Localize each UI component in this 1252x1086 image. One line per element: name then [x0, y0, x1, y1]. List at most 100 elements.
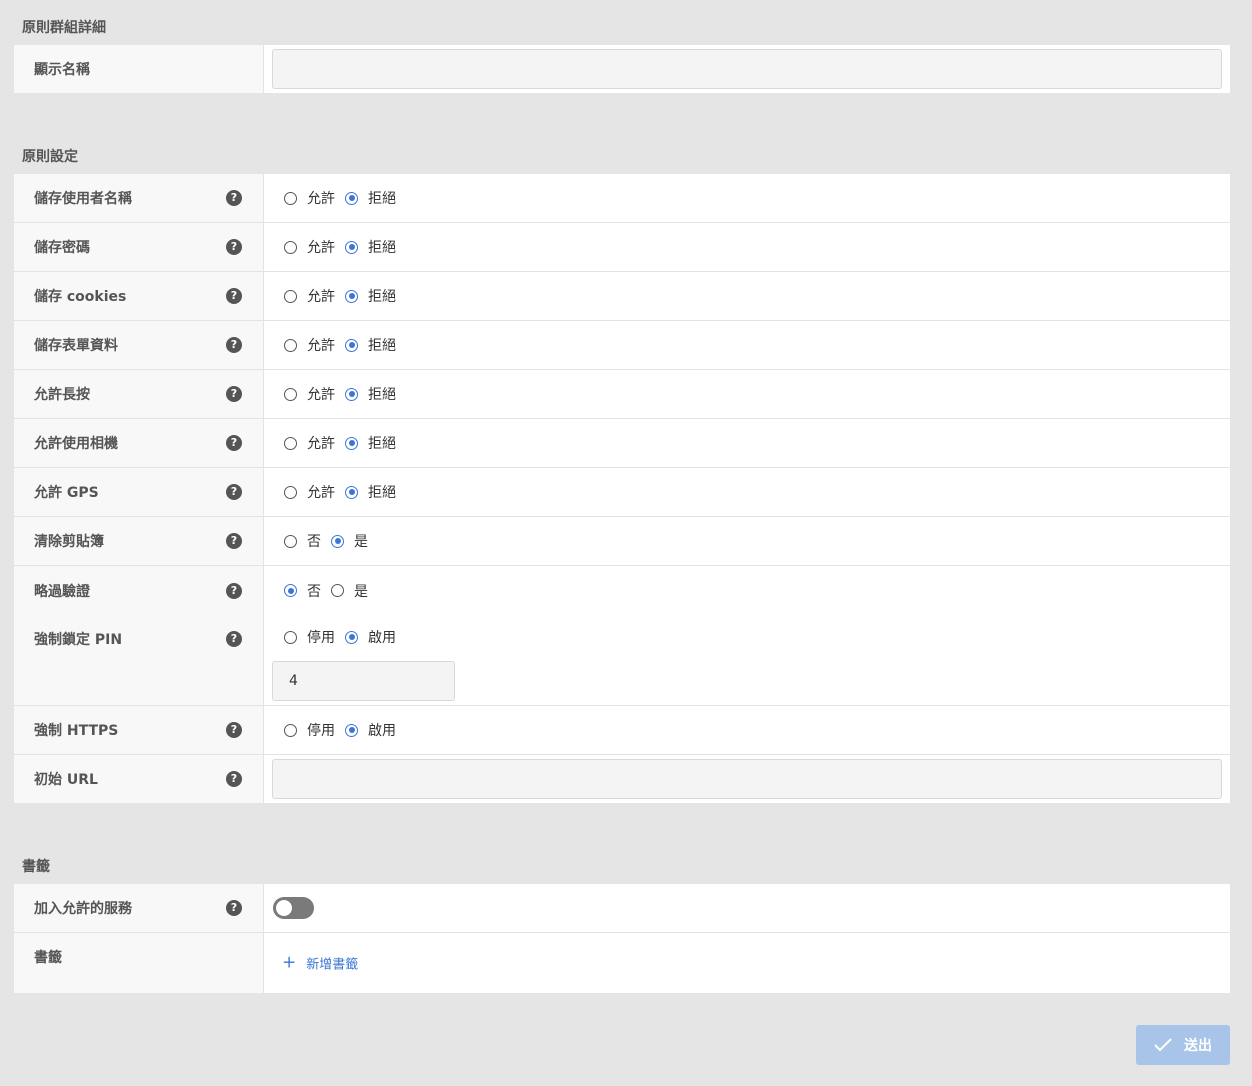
policy-1-radio-0[interactable] — [284, 240, 297, 254]
policy-label: 允許 GPS — [34, 485, 99, 501]
submit-label: 送出 — [1184, 1037, 1212, 1053]
help-icon[interactable]: ? — [226, 190, 242, 206]
check-icon — [1154, 1038, 1172, 1052]
allowed-services-row: 加入允許的服務 ? — [14, 884, 1230, 933]
policy-label: 儲存 cookies — [34, 289, 127, 305]
initial-url-input[interactable] — [272, 759, 1222, 799]
bookmarks-value-cell: + 新增書籤 — [264, 933, 1230, 993]
allowed-services-value-cell — [264, 884, 1230, 932]
policy-row: 儲存使用者名稱? 允許 拒絕 — [14, 174, 1230, 223]
pin-option-label-0: 停用 — [307, 630, 335, 646]
policy-radio-group: 否是 — [284, 531, 378, 551]
policy-5-radio-1[interactable] — [345, 436, 358, 450]
policy-8-option-label-0: 否 — [307, 583, 321, 600]
display-name-input[interactable] — [272, 49, 1222, 89]
policy-7-radio-0[interactable] — [284, 534, 297, 548]
policy-2-radio-1[interactable] — [345, 289, 358, 303]
policy-8-radio-1[interactable] — [331, 584, 344, 597]
policy-value-cell: 允許 拒絕 — [264, 223, 1230, 271]
policy-3-radio-0[interactable] — [284, 338, 297, 352]
help-icon[interactable]: ? — [226, 771, 242, 787]
policy-row: 略過驗證? 否是 — [14, 566, 1230, 615]
https-label: 強制 HTTPS — [34, 723, 119, 739]
policy-label-cell: 略過驗證? — [14, 566, 264, 615]
policy-5-option-label-1: 拒絕 — [368, 436, 396, 452]
policy-row: 允許使用相機? 允許 拒絕 — [14, 419, 1230, 468]
policy-label: 儲存表單資料 — [34, 338, 118, 354]
pin-radio-0[interactable] — [284, 630, 297, 644]
https-radio-0[interactable] — [284, 723, 297, 737]
policy-radio-group: 允許 拒絕 — [284, 286, 406, 306]
policy-6-option-label-1: 拒絕 — [368, 485, 396, 501]
policy-label-cell: 儲存使用者名稱? — [14, 174, 264, 222]
help-icon[interactable]: ? — [226, 582, 242, 599]
help-icon[interactable]: ? — [226, 337, 242, 353]
help-icon[interactable]: ? — [226, 722, 242, 738]
policy-0-radio-0[interactable] — [284, 191, 297, 205]
pin-label-cell: 強制鎖定 PIN ? — [14, 615, 264, 705]
policy-4-radio-1[interactable] — [345, 387, 358, 401]
submit-button[interactable]: 送出 — [1136, 1025, 1230, 1065]
policy-5-option-label-0: 允許 — [307, 436, 335, 452]
policy-label-cell: 允許長按? — [14, 370, 264, 418]
https-label-cell: 強制 HTTPS ? — [14, 706, 264, 754]
https-radio-1[interactable] — [345, 723, 358, 737]
display-name-value-cell — [264, 45, 1230, 93]
policy-7-radio-1[interactable] — [331, 534, 344, 548]
help-icon[interactable]: ? — [226, 484, 242, 500]
policy-8-radio-0[interactable] — [284, 584, 297, 597]
bookmarks-card: 加入允許的服務 ? 書籤 + 新增書籤 — [14, 884, 1230, 993]
policy-value-cell: 否是 — [264, 566, 1230, 615]
allowed-services-label-cell: 加入允許的服務 ? — [14, 884, 264, 932]
help-icon[interactable]: ? — [226, 239, 242, 255]
help-icon[interactable]: ? — [226, 533, 242, 549]
https-value-cell: 停用 啟用 — [264, 706, 1230, 754]
policy-label-cell: 允許 GPS? — [14, 468, 264, 516]
help-icon[interactable]: ? — [226, 386, 242, 402]
policy-1-radio-1[interactable] — [345, 240, 358, 254]
policy-6-option-label-0: 允許 — [307, 485, 335, 501]
policy-6-radio-1[interactable] — [345, 485, 358, 499]
display-name-row: 顯示名稱 — [14, 45, 1230, 93]
policy-label: 儲存密碼 — [34, 240, 90, 256]
policy-label: 儲存使用者名稱 — [34, 191, 132, 207]
policy-0-option-label-1: 拒絕 — [368, 191, 396, 207]
policy-value-cell: 否是 — [264, 517, 1230, 565]
policy-2-radio-0[interactable] — [284, 289, 297, 303]
plus-icon: + — [282, 952, 297, 973]
pin-radio-1[interactable] — [345, 630, 358, 644]
help-icon[interactable]: ? — [226, 288, 242, 304]
policy-label: 允許長按 — [34, 387, 90, 403]
https-row: 強制 HTTPS ? 停用 啟用 — [14, 706, 1230, 755]
pin-label: 強制鎖定 PIN — [34, 632, 123, 648]
add-bookmark-link[interactable]: + 新增書籤 — [282, 954, 358, 973]
help-icon[interactable]: ? — [226, 435, 242, 451]
policy-0-radio-1[interactable] — [345, 191, 358, 205]
policy-radio-group: 允許 拒絕 — [284, 384, 406, 404]
group-details-card: 顯示名稱 — [14, 45, 1230, 93]
bookmarks-label-cell: 書籤 — [14, 933, 264, 993]
pin-radio-group: 停用 啟用 — [284, 627, 406, 647]
help-icon[interactable]: ? — [226, 631, 242, 647]
policy-label-cell: 儲存表單資料? — [14, 321, 264, 369]
allowed-services-toggle[interactable] — [273, 897, 314, 919]
https-radio-group: 停用 啟用 — [284, 720, 406, 740]
policy-6-radio-0[interactable] — [284, 485, 297, 499]
policy-settings-card: 儲存使用者名稱? 允許 拒絕 儲存密碼? 允許 拒絕 儲存 cookies? 允許 拒絕 儲存表單… — [14, 174, 1230, 803]
policy-5-radio-0[interactable] — [284, 436, 297, 450]
policy-4-option-label-1: 拒絕 — [368, 387, 396, 403]
help-icon[interactable]: ? — [226, 900, 242, 916]
policy-radio-group: 允許 拒絕 — [284, 335, 406, 355]
pin-option-label-1: 啟用 — [368, 630, 396, 646]
bookmarks-section-title: 書籤 — [22, 859, 50, 875]
policy-4-option-label-0: 允許 — [307, 387, 335, 403]
policy-row: 儲存密碼? 允許 拒絕 — [14, 223, 1230, 272]
group-details-title: 原則群組詳細 — [22, 20, 106, 36]
allowed-services-label: 加入允許的服務 — [34, 901, 132, 917]
policy-4-radio-0[interactable] — [284, 387, 297, 401]
policy-3-radio-1[interactable] — [345, 338, 358, 352]
pin-length-input[interactable]: 4 — [272, 661, 455, 701]
policy-label-cell: 儲存 cookies? — [14, 272, 264, 320]
bookmarks-row: 書籤 + 新增書籤 — [14, 933, 1230, 993]
policy-2-option-label-0: 允許 — [307, 289, 335, 305]
